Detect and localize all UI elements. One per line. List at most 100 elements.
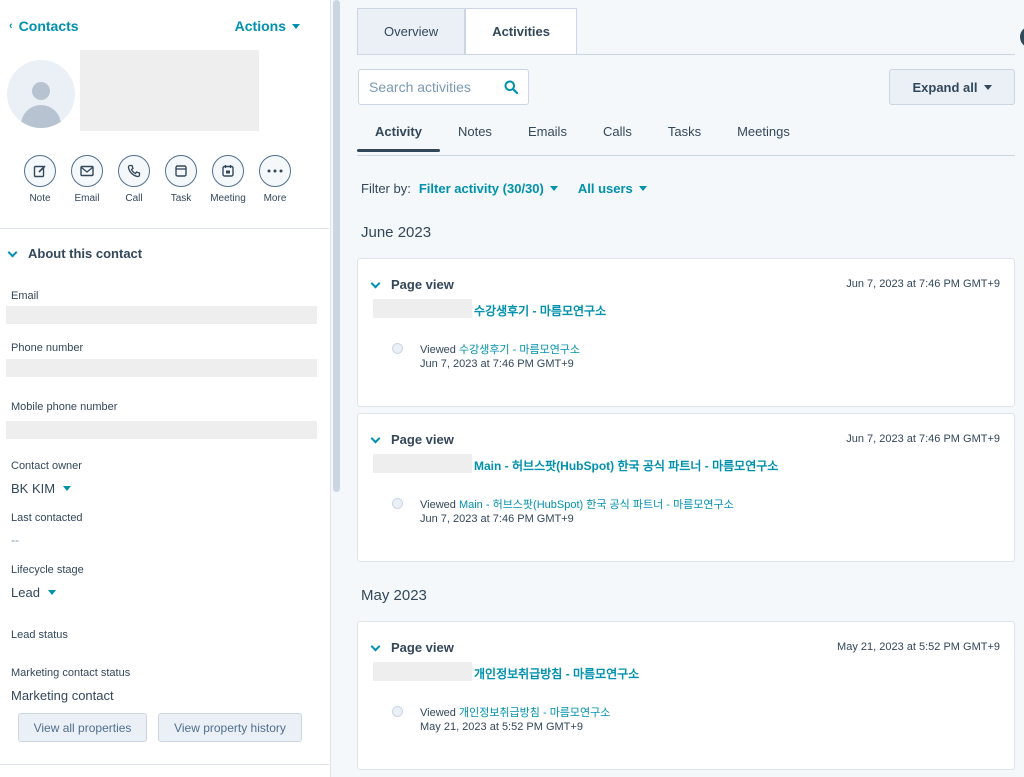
pencil-icon <box>33 164 47 178</box>
sidebar-scrollbar[interactable] <box>330 0 342 777</box>
chevron-down-icon <box>7 247 18 257</box>
activity-toggle[interactable]: Page view <box>370 640 454 655</box>
divider <box>0 764 329 765</box>
email-field[interactable] <box>6 306 317 324</box>
last-contacted-label: Last contacted <box>11 512 83 524</box>
note-label: Note <box>29 193 51 204</box>
chevron-down-icon <box>370 641 381 651</box>
viewed-page-link[interactable]: 개인정보취급방침 - 마름모연구소 <box>459 707 610 719</box>
view-all-properties-button[interactable]: View all properties <box>18 713 147 742</box>
viewed-page-link[interactable]: Main - 허브스팟(HubSpot) 한국 공식 파트너 - 마름모연구소 <box>459 499 734 511</box>
caret-down-icon <box>983 84 992 90</box>
page-title-link[interactable]: 개인정보취급방침 - 마름모연구소 <box>474 665 639 682</box>
actions-label: Actions <box>234 18 286 34</box>
phone-field-label: Phone number <box>11 342 84 354</box>
timeline-dot-icon <box>392 343 403 354</box>
chevron-down-icon <box>370 433 381 443</box>
actions-dropdown[interactable]: Actions <box>235 18 300 34</box>
lifecycle-select[interactable]: Lead <box>11 585 56 600</box>
month-heading: June 2023 <box>361 224 432 241</box>
search-activities-input[interactable]: Search activities <box>358 69 529 105</box>
viewed-time: Jun 7, 2023 at 7:46 PM GMT+9 <box>420 513 574 525</box>
activity-toggle[interactable]: Page view <box>370 277 454 292</box>
view-property-history-button[interactable]: View property history <box>158 713 302 742</box>
activity-card: Page view Jun 7, 2023 at 7:46 PM GMT+9 수… <box>357 258 1015 407</box>
about-section-toggle[interactable]: About this contact <box>7 246 142 261</box>
lifecycle-value: Lead <box>11 585 40 600</box>
tab-activities[interactable]: Activities <box>465 8 577 55</box>
more-label: More <box>263 193 287 204</box>
main-tabs: Overview Activities <box>357 8 577 55</box>
filter-activity-label: Filter activity (30/30) <box>418 181 544 196</box>
search-placeholder: Search activities <box>369 79 471 95</box>
timeline-dot-icon <box>392 498 403 509</box>
viewed-prefix: Viewed <box>420 499 456 511</box>
caret-down-icon <box>292 23 300 29</box>
filter-activity-dropdown[interactable]: Filter activity (30/30) <box>419 181 558 196</box>
activity-type: Page view <box>391 432 454 447</box>
filter-users-dropdown[interactable]: All users <box>578 181 647 196</box>
activity-card: Page view May 21, 2023 at 5:52 PM GMT+9 … <box>357 621 1015 770</box>
calendar-icon <box>221 164 235 178</box>
lifecycle-field-label: Lifecycle stage <box>11 564 84 576</box>
help-widget[interactable] <box>1020 26 1024 48</box>
tab-overview[interactable]: Overview <box>357 8 466 55</box>
scrollbar-thumb[interactable] <box>333 0 340 492</box>
contact-name-redacted <box>373 454 472 473</box>
contact-name-redacted <box>373 299 472 318</box>
email-label: Email <box>74 193 100 204</box>
avatar[interactable] <box>7 60 75 128</box>
note-button[interactable]: Note <box>21 155 59 204</box>
caret-down-icon <box>549 186 558 191</box>
subtab-activity[interactable]: Activity <box>357 122 440 152</box>
quick-actions: Note Email Call Task Meeting More <box>21 155 294 204</box>
caret-down-icon <box>638 186 647 191</box>
search-icon <box>504 80 518 94</box>
activity-timestamp: Jun 7, 2023 at 7:46 PM GMT+9 <box>846 278 1000 290</box>
owner-select[interactable]: BK KIM <box>11 481 72 496</box>
activity-type: Page view <box>391 277 454 292</box>
activity-timestamp: May 21, 2023 at 5:52 PM GMT+9 <box>837 641 1000 653</box>
task-button[interactable]: Task <box>162 155 200 204</box>
caret-down-icon <box>63 486 72 491</box>
phone-field[interactable] <box>6 359 317 377</box>
page-title-link[interactable]: Main - 허브스팟(HubSpot) 한국 공식 파트너 - 마름모연구소 <box>474 457 778 474</box>
subtab-notes[interactable]: Notes <box>440 122 510 151</box>
back-link-label: Contacts <box>18 18 79 34</box>
page-title-link[interactable]: 수강생후기 - 마름모연구소 <box>474 302 606 319</box>
email-field-label: Email <box>11 290 39 302</box>
contact-name-redacted <box>373 662 472 681</box>
mobile-field-label: Mobile phone number <box>11 401 118 413</box>
more-button[interactable]: More <box>256 155 294 204</box>
filter-prefix: Filter by: <box>361 181 411 196</box>
timeline-dot-icon <box>392 706 403 717</box>
call-label: Call <box>125 193 143 204</box>
month-heading: May 2023 <box>361 587 427 604</box>
expand-all-button[interactable]: Expand all <box>889 69 1015 105</box>
mobile-field[interactable] <box>6 421 317 439</box>
subtab-calls[interactable]: Calls <box>585 122 650 151</box>
tabs-divider <box>357 54 1015 55</box>
task-label: Task <box>170 193 192 204</box>
viewed-time: May 21, 2023 at 5:52 PM GMT+9 <box>420 721 583 733</box>
marketing-status-label: Marketing contact status <box>11 667 131 679</box>
envelope-icon <box>80 165 94 177</box>
sidebar-topbar: ‹ Contacts Actions <box>0 16 329 38</box>
meeting-label: Meeting <box>210 193 246 204</box>
call-button[interactable]: Call <box>115 155 153 204</box>
lead-status-label: Lead status <box>11 629 68 641</box>
owner-value: BK KIM <box>11 481 56 496</box>
contact-name-redacted <box>80 50 259 131</box>
subtab-emails[interactable]: Emails <box>510 122 585 151</box>
subtab-tasks[interactable]: Tasks <box>650 122 719 151</box>
email-button[interactable]: Email <box>68 155 106 204</box>
viewed-prefix: Viewed <box>420 707 456 719</box>
activity-toggle[interactable]: Page view <box>370 432 454 447</box>
back-to-contacts-link[interactable]: ‹ Contacts <box>9 18 79 34</box>
subtab-meetings[interactable]: Meetings <box>719 122 808 151</box>
viewed-line: Viewed 수강생후기 - 마름모연구소 <box>420 341 580 357</box>
meeting-button[interactable]: Meeting <box>209 155 247 204</box>
viewed-page-link[interactable]: 수강생후기 - 마름모연구소 <box>459 344 580 356</box>
owner-field-label: Contact owner <box>11 460 82 472</box>
activity-subtabs: Activity Notes Emails Calls Tasks Meetin… <box>357 122 808 152</box>
